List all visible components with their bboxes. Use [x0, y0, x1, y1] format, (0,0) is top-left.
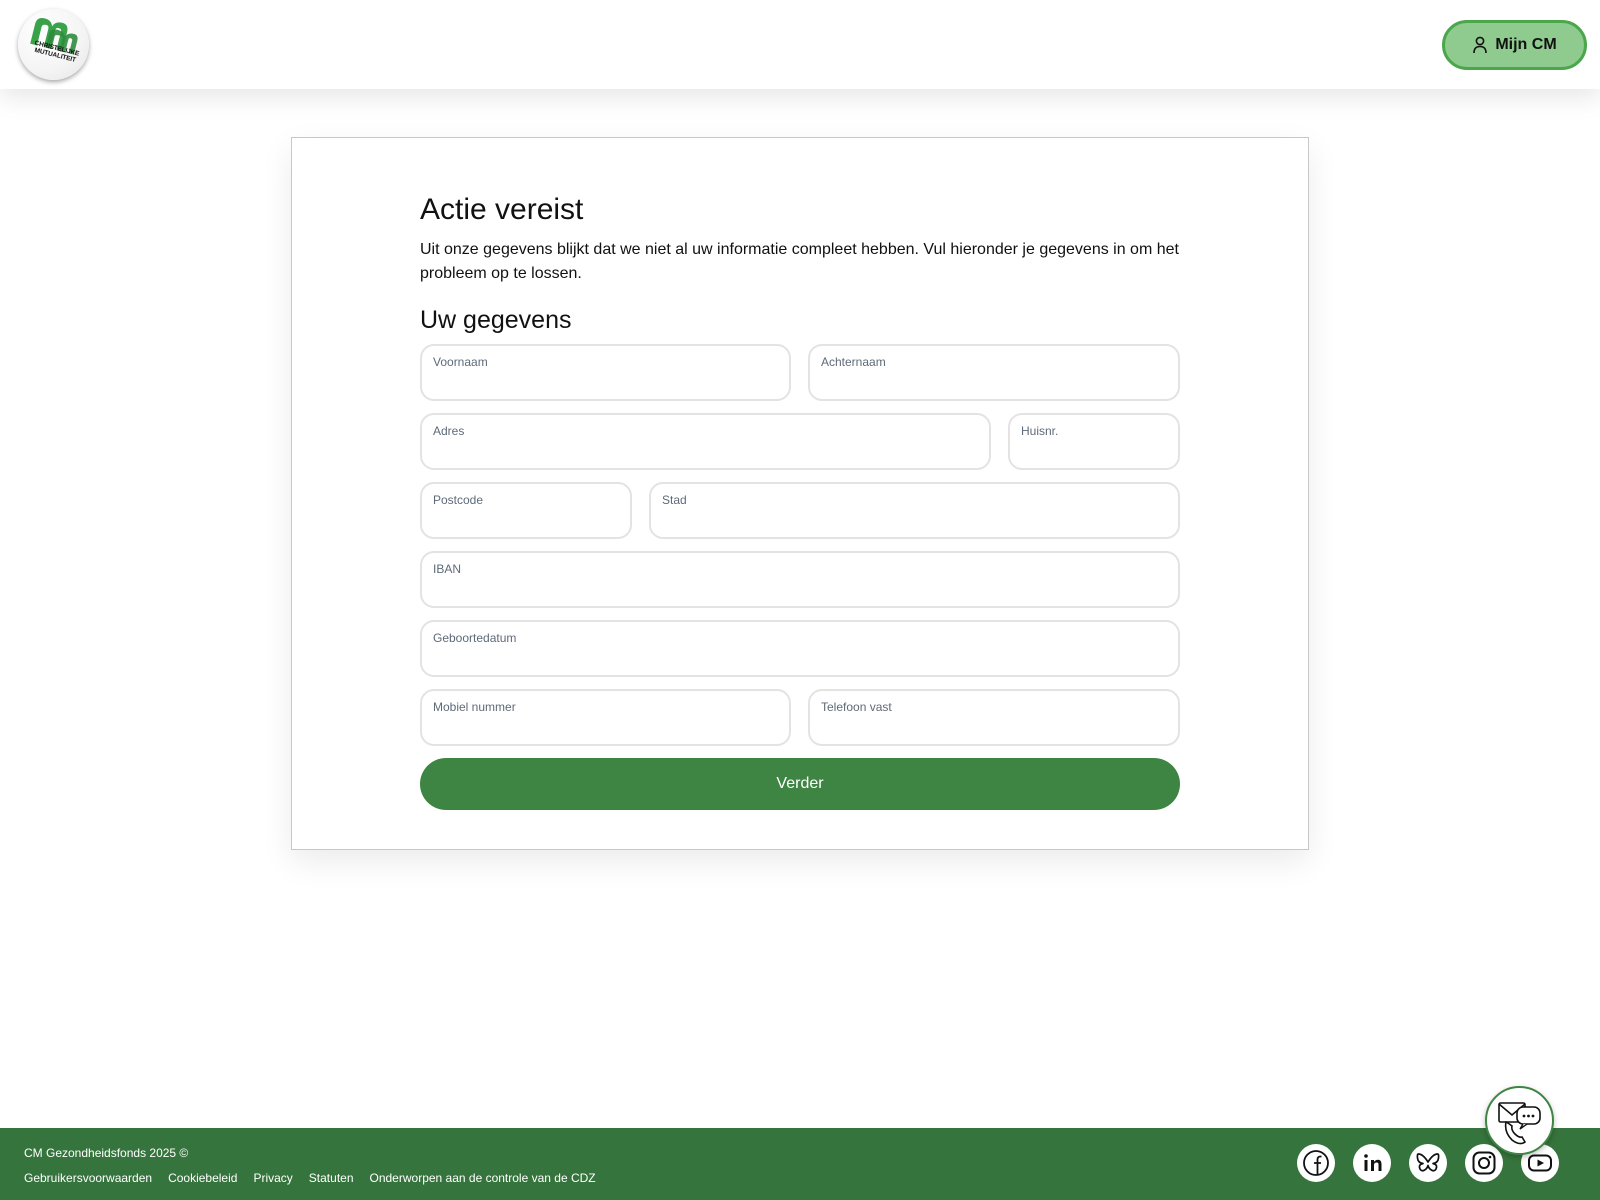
address-input[interactable] — [433, 442, 976, 464]
continue-button[interactable]: Verder — [420, 758, 1180, 810]
address-label: Adres — [433, 424, 465, 438]
form-card: Actie vereist Uit onze gegevens blijkt d… — [291, 137, 1309, 850]
intro-text: Uit onze gegevens blijkt dat we niet al … — [420, 241, 1179, 282]
last-name-field[interactable]: Achternaam — [808, 344, 1180, 401]
page-title: Actie vereist — [420, 193, 584, 226]
first-name-field[interactable]: Voornaam — [420, 344, 791, 401]
footer-links: Gebruikersvoorwaarden Cookiebeleid Priva… — [24, 1171, 596, 1185]
landline-field[interactable]: Telefoon vast — [808, 689, 1180, 746]
section-title: Uw gegevens — [420, 306, 572, 334]
birth-date-field[interactable]: Geboortedatum — [420, 620, 1180, 677]
address-field[interactable]: Adres — [420, 413, 991, 470]
bluesky-icon — [1416, 1153, 1440, 1172]
house-number-field[interactable]: Huisnr. — [1008, 413, 1180, 470]
contact-chat-button[interactable] — [1485, 1086, 1554, 1155]
postcode-field[interactable]: Postcode — [420, 482, 632, 539]
linkedin-icon — [1364, 1154, 1382, 1171]
bluesky-link[interactable] — [1409, 1144, 1447, 1182]
birth-date-label: Geboortedatum — [433, 631, 517, 645]
site-footer: CM Gezondheidsfonds 2025 © Gebruikersvoo… — [0, 1128, 1600, 1200]
city-field[interactable]: Stad — [649, 482, 1180, 539]
footer-link-cookies[interactable]: Cookiebeleid — [168, 1171, 237, 1185]
postcode-input[interactable] — [433, 511, 617, 533]
user-icon — [1473, 36, 1488, 54]
facebook-icon — [1303, 1150, 1329, 1176]
mail-phone-chat-icon — [1498, 1102, 1541, 1145]
iban-field[interactable]: IBAN — [420, 551, 1180, 608]
mijn-cm-button[interactable]: Mijn CM — [1442, 20, 1587, 70]
mobile-label: Mobiel nummer — [433, 700, 516, 714]
mobile-field[interactable]: Mobiel nummer — [420, 689, 791, 746]
linkedin-link[interactable] — [1353, 1144, 1391, 1182]
first-name-input[interactable] — [433, 373, 776, 395]
landline-label: Telefoon vast — [821, 700, 892, 714]
footer-link-cdz[interactable]: Onderworpen aan de controle van de CDZ — [370, 1171, 596, 1185]
birth-date-input[interactable] — [433, 649, 1165, 671]
first-name-label: Voornaam — [433, 355, 488, 369]
mijn-cm-label: Mijn CM — [1495, 36, 1557, 53]
postcode-label: Postcode — [433, 493, 484, 507]
mobile-input[interactable] — [433, 718, 776, 740]
continue-button-label: Verder — [776, 775, 824, 792]
facebook-link[interactable] — [1297, 1144, 1335, 1182]
footer-link-privacy[interactable]: Privacy — [253, 1171, 292, 1185]
iban-label: IBAN — [433, 562, 462, 576]
footer-link-terms[interactable]: Gebruikersvoorwaarden — [24, 1171, 152, 1185]
landline-input[interactable] — [821, 718, 1165, 740]
city-input[interactable] — [662, 511, 1165, 533]
last-name-input[interactable] — [821, 373, 1165, 395]
site-header: CHRISTELIJKE MUTUALITEIT Mijn CM — [0, 0, 1600, 89]
house-number-input[interactable] — [1021, 442, 1165, 464]
footer-link-statutes[interactable]: Statuten — [309, 1171, 354, 1185]
city-label: Stad — [662, 493, 687, 507]
house-number-label: Huisnr. — [1021, 424, 1059, 438]
copyright-text: CM Gezondheidsfonds 2025 © — [24, 1146, 189, 1160]
iban-input[interactable] — [433, 580, 1165, 602]
cm-logo[interactable]: CHRISTELIJKE MUTUALITEIT — [18, 9, 89, 80]
last-name-label: Achternaam — [821, 355, 886, 369]
